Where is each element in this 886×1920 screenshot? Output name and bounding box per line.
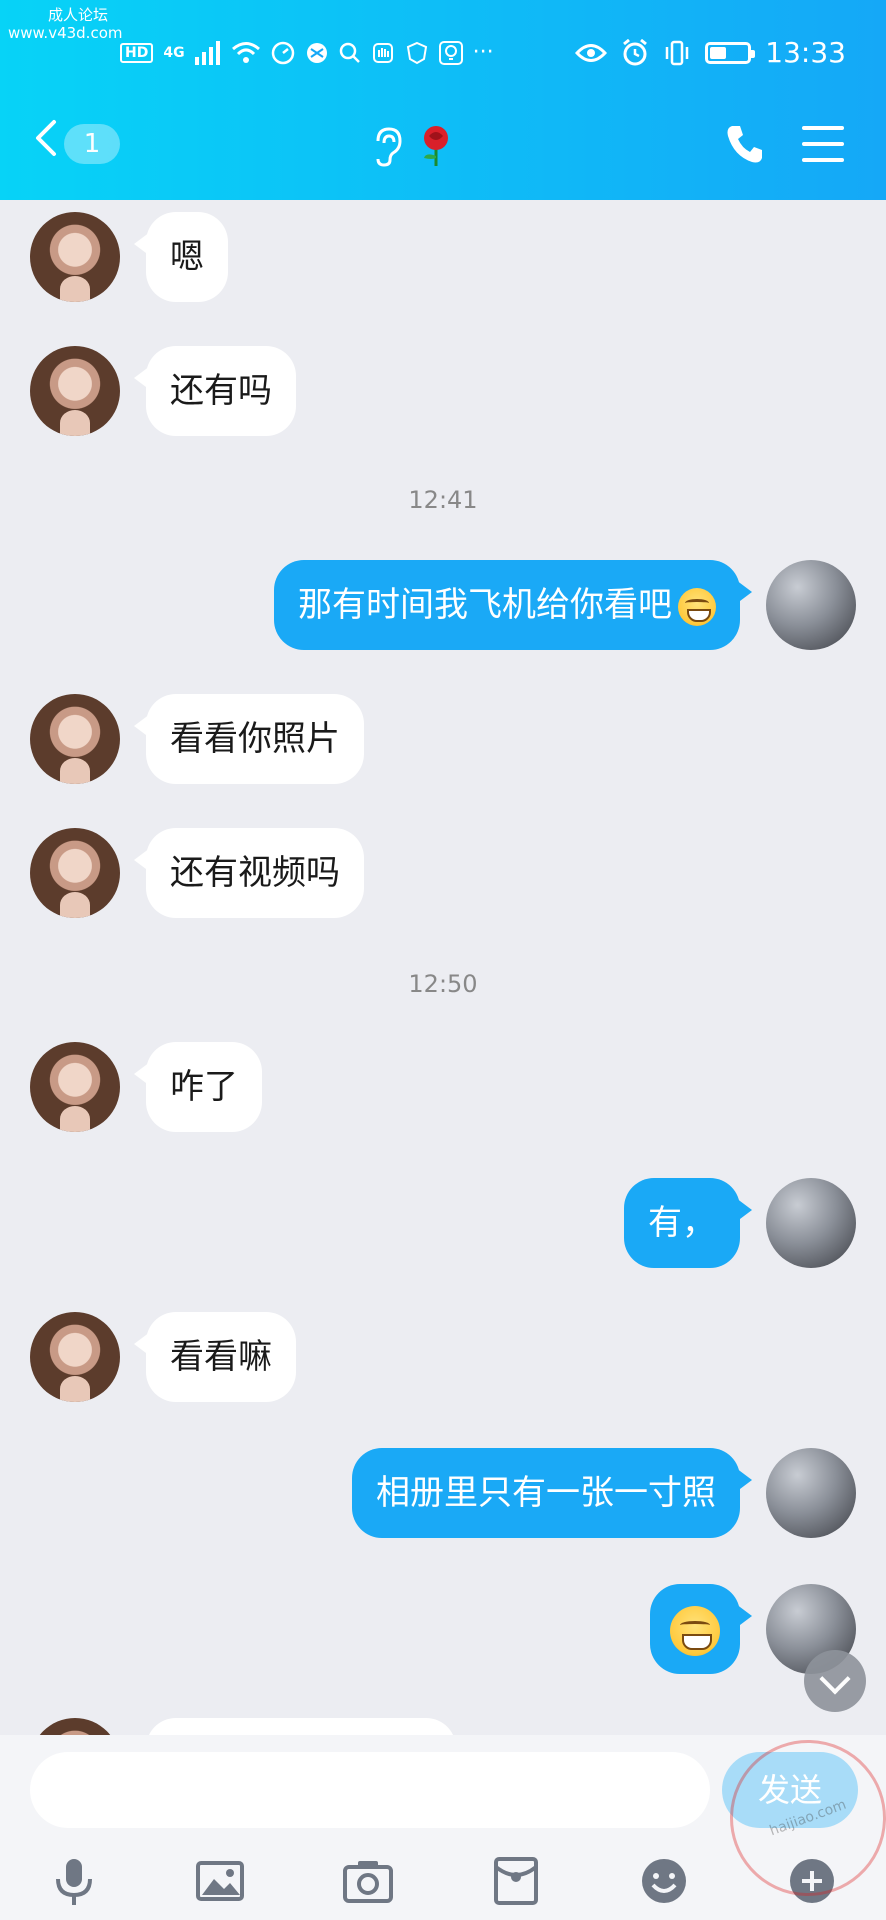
timestamp: 12:41 (408, 486, 478, 514)
grin-emoji-icon (670, 1605, 720, 1656)
alarm-icon (623, 38, 648, 65)
watermark-line1: 成人论坛 (48, 6, 109, 24)
unread-badge[interactable]: 1 (64, 124, 120, 164)
message-bubble[interactable]: 有， (624, 1178, 752, 1268)
chat-area[interactable]: 嗯 还有吗 12:41 那有时间我飞机给你看吧 看看你照片 还有视频吗 12:5… (0, 200, 886, 1735)
rose-icon (424, 126, 448, 166)
status-bar-left: HD 4G ··· (120, 40, 494, 65)
clock: 13:33 (765, 36, 846, 69)
message-bubble[interactable] (650, 1584, 752, 1674)
header: 成人论坛 www.v43d.com HD 4G ··· 13:33 1 (0, 0, 886, 200)
message-bubble[interactable] (146, 1718, 456, 1735)
search-icon (339, 42, 360, 63)
message-bubble[interactable]: 相册里只有一张一寸照 (352, 1448, 752, 1538)
contact-avatar[interactable] (30, 828, 120, 918)
my-avatar[interactable] (766, 1178, 856, 1268)
contact-avatar[interactable] (30, 1718, 120, 1735)
eye-icon (575, 43, 608, 62)
grin-emoji-icon (678, 587, 716, 626)
ear-icon (376, 127, 402, 167)
vibrate-icon (666, 40, 689, 65)
watermark-line2: www.v43d.com (8, 24, 123, 42)
timestamp: 12:50 (408, 970, 478, 998)
emoji-icon[interactable] (636, 1853, 692, 1909)
my-avatar[interactable] (766, 560, 856, 650)
network-tag: 4G (163, 44, 185, 61)
message-bubble[interactable]: 那有时间我飞机给你看吧 (274, 560, 752, 650)
camera-icon[interactable] (340, 1853, 396, 1909)
hd-tag: HD (120, 42, 154, 63)
chat-title[interactable] (370, 124, 454, 168)
shield-icon (406, 41, 427, 64)
contact-avatar[interactable] (30, 212, 120, 302)
bulb-icon (438, 40, 463, 65)
message-text: 那有时间我飞机给你看吧 (298, 585, 672, 625)
wifi-icon (231, 41, 260, 63)
my-avatar[interactable] (766, 1448, 856, 1538)
signal-icon (194, 40, 220, 65)
more-icon: ··· (472, 40, 494, 65)
message-input[interactable] (30, 1752, 710, 1828)
watermark-text: 成人论坛 www.v43d.com (8, 6, 123, 42)
message-bubble[interactable]: 嗯 (134, 212, 228, 302)
message-bubble[interactable]: 还有吗 (134, 346, 296, 436)
message-bubble[interactable]: 看看嘛 (134, 1312, 296, 1402)
hand-icon (372, 42, 393, 63)
message-bubble[interactable]: 咋了 (134, 1042, 262, 1132)
speed-icon (271, 41, 294, 64)
contact-avatar[interactable] (30, 694, 120, 784)
red-packet-icon[interactable] (488, 1853, 544, 1909)
contact-avatar[interactable] (30, 1312, 120, 1402)
contact-avatar[interactable] (30, 1042, 120, 1132)
battery-icon (705, 41, 756, 64)
status-bar-right: 13:33 (575, 36, 846, 69)
menu-icon[interactable] (802, 126, 844, 162)
scroll-down-icon[interactable] (804, 1650, 866, 1712)
mic-icon[interactable] (46, 1853, 102, 1909)
message-bubble[interactable]: 还有视频吗 (134, 828, 364, 918)
contact-avatar[interactable] (30, 346, 120, 436)
browser-icon (306, 42, 327, 63)
message-bubble[interactable]: 看看你照片 (134, 694, 364, 784)
back-icon[interactable] (32, 118, 60, 158)
phone-icon[interactable] (724, 122, 764, 166)
image-icon[interactable] (192, 1853, 248, 1909)
